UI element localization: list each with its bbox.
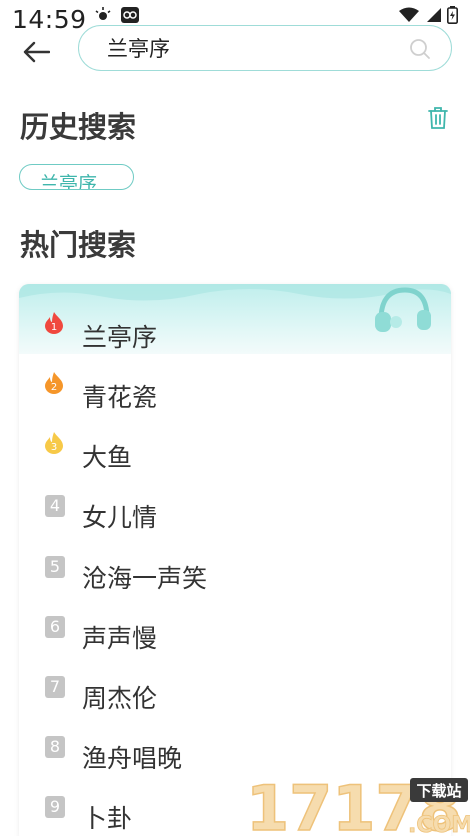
hot-item-label: 卜卦 xyxy=(82,804,133,833)
hot-item-8[interactable]: 8 渔舟唱晚 xyxy=(19,730,451,778)
rank-number: 4 xyxy=(45,495,65,517)
watermark-domain: .COM xyxy=(408,813,470,836)
hot-search-list: 1 兰亭序 2 青花瓷 3 大鱼 4 女儿情 5 沧海一声笑 6 声声慢 7 周… xyxy=(19,284,451,836)
hot-item-2[interactable]: 2 青花瓷 xyxy=(19,369,451,417)
fire-yellow-icon: 3 xyxy=(43,431,65,455)
history-chip[interactable]: 兰亭序 xyxy=(19,164,134,190)
hot-item-label: 大鱼 xyxy=(82,443,133,472)
rank-number: 8 xyxy=(45,736,65,758)
hot-search-title: 热门搜索 xyxy=(20,228,137,262)
hot-item-4[interactable]: 4 女儿情 xyxy=(19,489,451,537)
hot-item-6[interactable]: 6 声声慢 xyxy=(19,610,451,658)
rank-number: 6 xyxy=(45,616,65,638)
rank-number: 1 xyxy=(51,322,57,333)
hot-item-label: 沧海一声笑 xyxy=(82,564,208,593)
fire-orange-icon: 2 xyxy=(43,371,65,395)
battery-icon xyxy=(447,6,458,28)
hot-item-label: 兰亭序 xyxy=(82,323,158,352)
hot-item-1[interactable]: 1 兰亭序 xyxy=(19,309,451,357)
trash-icon xyxy=(428,107,448,134)
hot-item-label: 青花瓷 xyxy=(82,383,158,412)
watermark-tag: 下载站 xyxy=(416,782,461,800)
back-button[interactable] xyxy=(18,36,54,72)
search-icon[interactable] xyxy=(409,38,431,64)
rank-number: 5 xyxy=(45,556,65,578)
hot-item-label: 渔舟唱晚 xyxy=(82,744,183,773)
arrow-left-icon xyxy=(22,41,51,67)
history-chip-label: 兰亭序 xyxy=(40,173,98,190)
hot-item-label: 声声慢 xyxy=(82,624,158,653)
rank-number: 7 xyxy=(45,676,65,698)
status-time: 14:59 xyxy=(12,5,87,34)
signal-icon xyxy=(425,7,441,27)
history-title: 历史搜索 xyxy=(20,110,137,144)
hot-item-5[interactable]: 5 沧海一声笑 xyxy=(19,550,451,598)
hot-item-7[interactable]: 7 周杰伦 xyxy=(19,670,451,718)
hot-item-label: 女儿情 xyxy=(82,503,158,532)
hot-item-label: 周杰伦 xyxy=(82,684,158,713)
rank-number: 3 xyxy=(51,442,57,453)
rank-number: 2 xyxy=(51,382,57,393)
rank-number: 9 xyxy=(45,796,65,818)
clear-history-button[interactable] xyxy=(428,106,448,134)
wifi-icon xyxy=(399,7,419,27)
watermark-logo: 17178 下载站 .COM xyxy=(245,771,470,836)
search-box[interactable] xyxy=(78,25,452,71)
hot-item-3[interactable]: 3 大鱼 xyxy=(19,429,451,477)
search-input[interactable] xyxy=(107,34,397,62)
fire-red-icon: 1 xyxy=(43,311,65,335)
